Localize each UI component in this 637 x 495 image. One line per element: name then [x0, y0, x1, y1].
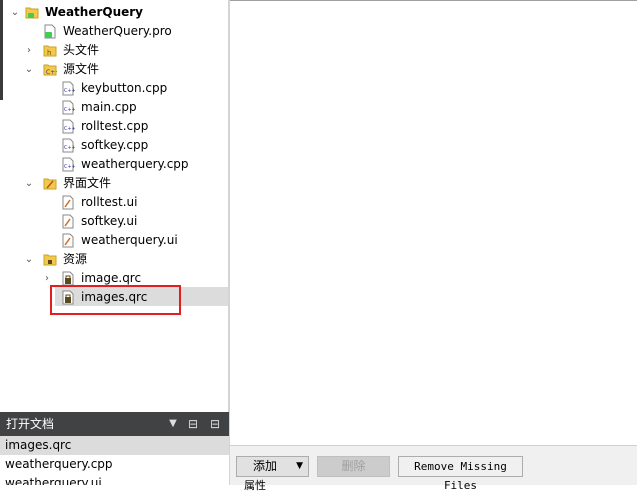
- tree-item-source-file[interactable]: C++ keybutton.cpp: [3, 79, 229, 98]
- resource-editor-toolbar: 添加 ▼ 删除 Remove Missing Files 属性: [230, 445, 637, 492]
- add-button[interactable]: 添加 ▼: [236, 456, 309, 477]
- open-document-item[interactable]: images.qrc: [0, 436, 229, 455]
- svg-text:C++: C++: [64, 126, 75, 132]
- tree-item-resources[interactable]: ⌄ 资源: [3, 250, 229, 269]
- form-folder-icon: [43, 178, 57, 190]
- ui-file-icon: [62, 233, 74, 248]
- open-document-item[interactable]: weatherquery.ui: [0, 474, 229, 485]
- dropdown-arrow-icon[interactable]: ▼: [166, 412, 180, 436]
- tree-item-form-file[interactable]: softkey.ui: [3, 212, 229, 231]
- cpp-file-icon: C++: [62, 138, 75, 153]
- editor-top-border: [230, 0, 637, 1]
- svg-text:h: h: [47, 49, 51, 57]
- resource-folder-icon: [43, 254, 57, 266]
- open-documents-list[interactable]: images.qrc weatherquery.cpp weatherquery…: [0, 436, 229, 485]
- tree-item-form-file[interactable]: weatherquery.ui: [3, 231, 229, 250]
- tree-item-source-file[interactable]: C++ weatherquery.cpp: [3, 155, 229, 174]
- open-documents-title: 打开文档: [6, 417, 55, 431]
- remove-button[interactable]: 删除: [317, 456, 390, 477]
- resource-editor-area[interactable]: [230, 0, 637, 445]
- tree-item-pro-file[interactable]: WeatherQuery.pro: [3, 22, 229, 41]
- chevron-down-icon[interactable]: ⌄: [9, 3, 21, 22]
- project-tree[interactable]: ⌄ WeatherQuery WeatherQuery.pro › h 头文件 …: [3, 0, 229, 412]
- open-document-item[interactable]: weatherquery.cpp: [0, 455, 229, 474]
- svg-text:C++: C++: [64, 88, 75, 94]
- tree-item-headers[interactable]: › h 头文件: [3, 41, 229, 60]
- svg-text:C++: C++: [46, 69, 57, 76]
- source-folder-icon: C++: [43, 64, 57, 76]
- open-documents-header: 打开文档 ▼ ⊟ ⊟: [0, 412, 229, 436]
- chevron-down-icon[interactable]: ⌄: [23, 174, 35, 193]
- svg-text:C++: C++: [64, 107, 75, 113]
- cpp-file-icon: C++: [62, 100, 75, 115]
- close-pane-icon[interactable]: ⊟: [206, 412, 224, 436]
- tree-item-source-file[interactable]: C++ softkey.cpp: [3, 136, 229, 155]
- chevron-down-icon[interactable]: ⌄: [23, 60, 35, 79]
- tree-item-form-file[interactable]: rolltest.ui: [3, 193, 229, 212]
- tree-item-sources[interactable]: ⌄ C++ 源文件: [3, 60, 229, 79]
- cpp-file-icon: C++: [62, 81, 75, 96]
- tree-item-source-file[interactable]: C++ main.cpp: [3, 98, 229, 117]
- cpp-file-icon: C++: [62, 119, 75, 134]
- annotation-highlight-box: [50, 285, 181, 315]
- properties-label: 属性: [244, 479, 266, 492]
- svg-text:C++: C++: [64, 164, 75, 170]
- chevron-right-icon[interactable]: ›: [23, 41, 35, 60]
- ui-file-icon: [62, 214, 74, 229]
- qrc-file-icon: [62, 271, 74, 286]
- dropdown-arrow-icon: ▼: [296, 461, 303, 471]
- svg-text:C++: C++: [64, 145, 75, 151]
- project-folder-icon: [25, 7, 39, 19]
- root-project-label: WeatherQuery: [45, 5, 144, 19]
- header-folder-icon: h: [43, 45, 57, 57]
- chevron-down-icon[interactable]: ⌄: [23, 250, 35, 269]
- ui-file-icon: [62, 195, 74, 210]
- tree-item-forms[interactable]: ⌄ 界面文件: [3, 174, 229, 193]
- tree-item-source-file[interactable]: C++ rolltest.cpp: [3, 117, 229, 136]
- cpp-file-icon: C++: [62, 157, 75, 172]
- pro-file-icon: [44, 24, 56, 39]
- tree-item-root[interactable]: ⌄ WeatherQuery: [3, 3, 229, 22]
- remove-missing-files-button[interactable]: Remove Missing Files: [398, 456, 523, 492]
- split-icon[interactable]: ⊟: [184, 412, 202, 436]
